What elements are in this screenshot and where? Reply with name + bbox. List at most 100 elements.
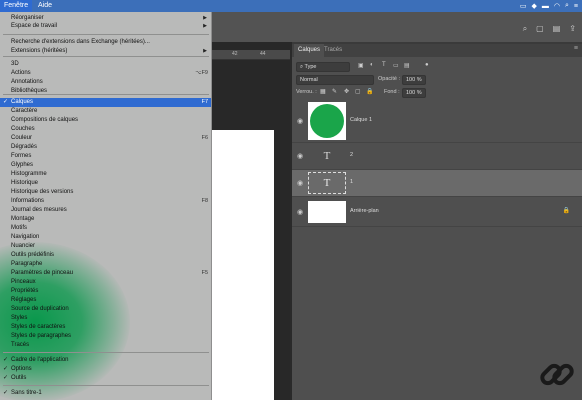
- menu-item-label: Options: [11, 366, 32, 372]
- menu-fenetre[interactable]: Fenêtre: [0, 0, 32, 12]
- menu-item-formes[interactable]: Formes: [0, 152, 211, 161]
- blend-mode-select[interactable]: Normal: [296, 75, 374, 85]
- menu-item-traces[interactable]: Tracés: [0, 341, 211, 350]
- search-icon[interactable]: ⌕: [523, 24, 527, 34]
- menu-item-styles[interactable]: Styles: [0, 314, 211, 323]
- menu-item-label: Styles: [11, 315, 28, 321]
- checkmark-icon: ✓: [3, 390, 9, 396]
- menu-item-recherche-d-extensions-dans-exchange-heritees[interactable]: Recherche d'extensions dans Exchange (hé…: [0, 38, 211, 47]
- filter-shape-icon[interactable]: ▭: [393, 62, 399, 69]
- menu-item-annotations[interactable]: Annotations: [0, 78, 211, 87]
- menu-item-label: Espace de travail: [11, 23, 58, 29]
- menu-item-espace-de-travail[interactable]: Espace de travail ▶: [0, 22, 211, 31]
- menu-item-label: Tracés: [11, 342, 30, 348]
- menu-item-styles-de-caracteres[interactable]: Styles de caractères: [0, 323, 211, 332]
- tab-traces[interactable]: Tracés: [320, 44, 346, 57]
- menu-item-label: Montage: [11, 216, 35, 222]
- menu-item-shortcut: F8: [201, 198, 208, 204]
- menu-item-label: 3D: [11, 61, 19, 67]
- battery-icon[interactable]: ▬: [542, 3, 549, 10]
- menu-item-calques[interactable]: ✓ Calques F7: [0, 98, 211, 107]
- lock-artboard-icon[interactable]: ▢: [355, 88, 361, 95]
- layer-row-selected[interactable]: ◉ T 1: [292, 170, 582, 197]
- menu-item-nuancier[interactable]: Nuancier: [0, 242, 211, 251]
- share-icon[interactable]: ⇪: [569, 24, 576, 34]
- text-layer-thumbnail: T: [323, 150, 331, 162]
- menu-item-compositions-de-calques[interactable]: Compositions de calques: [0, 116, 211, 125]
- menu-item-sans-titre-1[interactable]: ✓ Sans titre-1: [0, 389, 211, 398]
- visibility-eye-icon[interactable]: ◉: [297, 208, 303, 216]
- menu-item-label: Outils prédéfinis: [11, 252, 55, 258]
- checkmark-icon: ✓: [3, 99, 9, 105]
- menu-item-actions[interactable]: Actions ⌥F9: [0, 69, 211, 78]
- layer-name: 1: [350, 179, 354, 185]
- layer-row[interactable]: ◉ T 2: [292, 143, 582, 170]
- filter-smart-icon[interactable]: ▤: [404, 62, 410, 69]
- fill-input[interactable]: 100 %: [402, 88, 426, 98]
- workspace-icon[interactable]: ▢: [536, 24, 544, 34]
- menu-item-outils-predefinis[interactable]: Outils prédéfinis: [0, 251, 211, 260]
- menu-item-source-de-duplication[interactable]: Source de duplication: [0, 305, 211, 314]
- dropbox-icon[interactable]: ◆: [531, 2, 536, 10]
- panel-menu-icon[interactable]: ≡: [574, 45, 578, 52]
- visibility-eye-icon[interactable]: ◉: [297, 117, 303, 125]
- menu-item-cadre-de-l-application[interactable]: ✓ Cadre de l'application: [0, 356, 211, 365]
- wifi-icon[interactable]: ◠: [554, 2, 560, 10]
- document-canvas[interactable]: [212, 130, 274, 400]
- menu-item-couches[interactable]: Couches: [0, 125, 211, 134]
- menu-item-paragraphe[interactable]: Paragraphe: [0, 260, 211, 269]
- menu-item-label: Historique des versions: [11, 189, 74, 195]
- menu-item-couleur[interactable]: Couleur F6: [0, 134, 211, 143]
- lock-all-icon[interactable]: 🔒: [366, 88, 373, 95]
- layers-panel: Calques Tracés ≡ ⌕ Type ▣ ◐ T ▭ ▤ ● Norm…: [292, 44, 582, 400]
- menu-item-historique-des-versions[interactable]: Historique des versions: [0, 188, 211, 197]
- menu-item-journal-des-mesures[interactable]: Journal des mesures: [0, 206, 211, 215]
- menu-item-label: Bibliothèques: [11, 88, 48, 94]
- menu-item-motifs[interactable]: Motifs: [0, 224, 211, 233]
- menu-item-degrades[interactable]: Dégradés: [0, 143, 211, 152]
- menu-item-historique[interactable]: Historique: [0, 179, 211, 188]
- camera-icon[interactable]: ▭: [520, 2, 527, 10]
- menu-item-options[interactable]: ✓ Options: [0, 365, 211, 374]
- control-center-icon[interactable]: ≡: [574, 3, 578, 10]
- menu-item-label: Compositions de calques: [11, 117, 79, 123]
- menu-item-label: Dégradés: [11, 144, 38, 150]
- menu-item-bibliotheques[interactable]: Bibliothèques: [0, 87, 211, 96]
- visibility-eye-icon[interactable]: ◉: [297, 152, 303, 160]
- visibility-eye-icon[interactable]: ◉: [297, 179, 303, 187]
- layer-row[interactable]: ◉ Calque 1: [292, 99, 582, 143]
- menu-item-histogramme[interactable]: Histogramme: [0, 170, 211, 179]
- menu-item-navigation[interactable]: Navigation: [0, 233, 211, 242]
- search-icon[interactable]: ⌕: [565, 2, 569, 10]
- filter-type-icon[interactable]: T: [382, 62, 386, 68]
- lock-paint-icon[interactable]: ✎: [332, 88, 337, 95]
- menu-item-label: Pinceaux: [11, 279, 36, 285]
- menu-item-glyphes[interactable]: Glyphes: [0, 161, 211, 170]
- filter-adjust-icon[interactable]: ◐: [370, 62, 374, 68]
- menu-item-styles-de-paragraphes[interactable]: Styles de paragraphes: [0, 332, 211, 341]
- opacity-input[interactable]: 100 %: [402, 75, 426, 85]
- menu-item-caractere[interactable]: Caractère: [0, 107, 211, 116]
- lock-move-icon[interactable]: ✥: [344, 88, 349, 95]
- menu-item-proprietes[interactable]: Propriétés: [0, 287, 211, 296]
- menu-item-label: Extensions (héritées): [11, 48, 68, 54]
- menu-item-parametres-de-pinceau[interactable]: Paramètres de pinceau F5: [0, 269, 211, 278]
- menu-item-montage[interactable]: Montage: [0, 215, 211, 224]
- filter-kind-select[interactable]: ⌕ Type: [296, 62, 350, 72]
- menu-item-pinceaux[interactable]: Pinceaux: [0, 278, 211, 287]
- layer-row[interactable]: ◉ Arrière-plan 🔒: [292, 197, 582, 227]
- panel-icon[interactable]: ▤: [553, 24, 561, 34]
- menu-item-label: Glyphes: [11, 162, 34, 168]
- menu-item-outils[interactable]: ✓ Outils: [0, 374, 211, 383]
- menu-item-informations[interactable]: Informations F8: [0, 197, 211, 206]
- filter-pixel-icon[interactable]: ▣: [358, 62, 364, 69]
- menu-aide[interactable]: Aide: [38, 0, 52, 12]
- lock-pixels-icon[interactable]: ▦: [320, 88, 326, 95]
- menu-item-extensions-heritees[interactable]: Extensions (héritées) ▶: [0, 47, 211, 56]
- menu-item-reglages[interactable]: Réglages: [0, 296, 211, 305]
- filter-toggle-icon[interactable]: ●: [425, 62, 429, 68]
- blend-row: Normal Opacité : 100 %: [292, 75, 582, 86]
- menu-item-3d[interactable]: 3D: [0, 60, 211, 69]
- lock-icon: 🔒: [562, 208, 570, 214]
- ruler-tick: 42: [232, 51, 238, 57]
